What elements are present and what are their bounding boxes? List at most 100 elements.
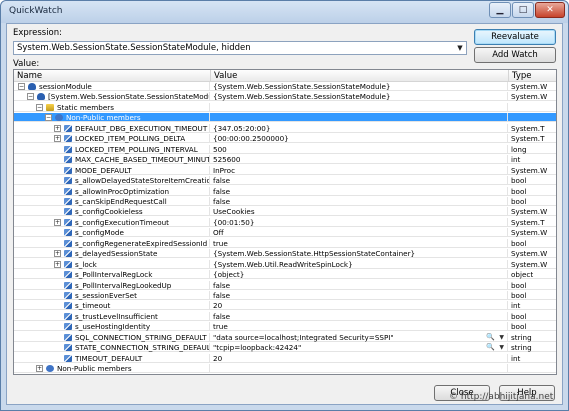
name-cell: STATE_CONNECTION_STRING_DEFAULT	[14, 343, 210, 353]
table-row[interactable]: MODE_DEFAULT InProc System.W	[14, 165, 556, 175]
title-bar[interactable]: QuickWatch ▁ □ ✕	[1, 1, 568, 23]
row-name: s_trustLevelInsufficient	[75, 311, 158, 321]
type-cell: string	[511, 332, 532, 342]
name-cell: + LOCKED_ITEM_POLLING_DELTA	[14, 134, 210, 144]
table-row[interactable]: s_trustLevelInsufficient false bool	[14, 311, 556, 321]
add-watch-button[interactable]: Add Watch	[474, 47, 556, 63]
property-icon	[64, 302, 72, 310]
type-cell: System.W	[511, 207, 548, 217]
value-cell: true	[211, 238, 508, 248]
expand-icon[interactable]: +	[54, 124, 61, 132]
maximize-button[interactable]: □	[512, 2, 534, 18]
table-row[interactable]: TIMEOUT_DEFAULT 20 int	[14, 353, 556, 363]
table-row[interactable]: − Static members	[14, 102, 556, 112]
watermark-text: © http://abhijitjana.net	[449, 392, 554, 402]
visualizer-magnifier-icon[interactable]: 🔍	[486, 343, 495, 352]
table-row[interactable]: SQL_CONNECTION_STRING_DEFAULT "data sourc…	[14, 332, 556, 342]
name-cell: + DEFAULT_DBG_EXECUTION_TIMEOUT	[14, 123, 210, 133]
visualizer-dropdown-icon[interactable]: ▼	[499, 333, 504, 342]
value-cell: false	[211, 196, 508, 206]
table-row[interactable]: s_configMode Off System.W	[14, 228, 556, 238]
visualizer-magnifier-icon[interactable]: 🔍	[486, 333, 495, 342]
expand-icon[interactable]: +	[54, 218, 61, 226]
minimize-button[interactable]: ▁	[489, 2, 511, 18]
table-row[interactable]: s_timeout 20 int	[14, 301, 556, 311]
dropdown-arrow-icon[interactable]: ▼	[455, 43, 465, 53]
type-cell	[509, 103, 556, 112]
non-public-members-icon	[55, 114, 63, 122]
property-icon	[64, 135, 72, 143]
row-value: Off	[213, 228, 224, 238]
expression-input[interactable]: System.Web.SessionState.SessionStateModu…	[17, 43, 251, 53]
row-name: s_PollIntervalRegLookedUp	[75, 280, 172, 290]
table-row[interactable]: − sessionModule {System.Web.SessionState.S…	[14, 82, 556, 91]
name-cell: − [System.Web.SessionState.SessionStateMo…	[14, 92, 210, 102]
table-row[interactable]: s_configCookieless UseCookies System.W	[14, 207, 556, 217]
name-cell: − Static members	[14, 102, 210, 112]
expression-combobox[interactable]: System.Web.SessionState.SessionStateModu…	[13, 41, 467, 55]
value-cell: false	[211, 176, 508, 186]
property-icon	[64, 239, 72, 247]
table-row[interactable]: s_canSkipEndRequestCall false bool	[14, 196, 556, 206]
name-cell: s_useHostingIdentity	[14, 322, 210, 332]
table-row[interactable]: + LOCKED_ITEM_POLLING_DELTA {00:00:00.2500…	[14, 134, 556, 144]
collapse-icon[interactable]: −	[27, 93, 34, 101]
type-cell: System.T	[511, 217, 545, 227]
row-value: "data source=localhost;Integrated Securi…	[213, 332, 394, 342]
row-name: sessionModule	[39, 82, 92, 91]
collapse-icon[interactable]: −	[18, 83, 25, 90]
table-row[interactable]: s_PollIntervalRegLookedUp false bool	[14, 280, 556, 290]
non-public-members-icon	[46, 365, 54, 373]
type-cell: System.W	[511, 165, 548, 175]
reevaluate-button[interactable]: Reevaluate	[474, 29, 556, 45]
table-row[interactable]: s_configRegenerateExpiredSessionId true bo…	[14, 238, 556, 248]
table-row[interactable]: − [System.Web.SessionState.SessionStateMo…	[14, 92, 556, 102]
value-cell: Off	[211, 228, 508, 238]
property-icon	[64, 177, 72, 185]
collapse-icon[interactable]: −	[45, 114, 52, 122]
table-row[interactable]: + Non-Public members	[14, 364, 556, 374]
table-row[interactable]: s_allowDelayedStateStoreItemCreation fals…	[14, 176, 556, 186]
visualizer-dropdown-icon[interactable]: ▼	[499, 343, 504, 352]
name-cell: SQL_CONNECTION_STRING_DEFAULT	[14, 332, 210, 342]
name-cell: s_allowDelayedStateStoreItemCreation	[14, 176, 210, 186]
watch-grid[interactable]: Name Value Type − sessionModule {System.We…	[13, 69, 557, 375]
row-name: s_configExecutionTimeout	[75, 217, 169, 227]
table-row[interactable]: + s_delayedSessionState {System.Web.Sessio…	[14, 249, 556, 259]
table-row[interactable]: STATE_CONNECTION_STRING_DEFAULT "tcpip=lo…	[14, 343, 556, 353]
close-window-button[interactable]: ✕	[535, 2, 565, 18]
table-row[interactable]: LOCKED_ITEM_POLLING_INTERVAL 500 long	[14, 144, 556, 154]
row-name: s_timeout	[75, 301, 111, 311]
collapse-icon[interactable]: −	[36, 103, 43, 111]
table-row[interactable]: s_useHostingIdentity true bool	[14, 322, 556, 332]
column-header-name[interactable]: Name	[14, 70, 211, 82]
expand-icon[interactable]: +	[54, 135, 61, 143]
table-row[interactable]: + s_configExecutionTimeout {00:01:50} Syste…	[14, 217, 556, 227]
table-row[interactable]: + s_lock {System.Web.Util.ReadWriteSpinLoc…	[14, 259, 556, 269]
expand-icon[interactable]: +	[36, 365, 43, 373]
table-row[interactable]: s_allowInProcOptimization false bool	[14, 186, 556, 196]
type-cell	[509, 113, 556, 122]
row-name: MAX_CACHE_BASED_TIMEOUT_MINUTE	[75, 155, 210, 165]
column-header-type[interactable]: Type	[509, 70, 556, 82]
property-icon	[64, 124, 72, 132]
table-row[interactable]: MAX_CACHE_BASED_TIMEOUT_MINUTE 525600 int	[14, 155, 556, 165]
property-icon	[64, 323, 72, 331]
column-header-value[interactable]: Value	[211, 70, 509, 82]
table-row[interactable]: s_sessionEverSet false bool	[14, 291, 556, 300]
name-cell: s_canSkipEndRequestCall	[14, 196, 210, 206]
table-row[interactable]: − Non-Public members	[14, 113, 556, 123]
table-row[interactable]: s_PollIntervalRegLock {object} object	[14, 270, 556, 280]
row-value: false	[213, 280, 231, 290]
table-row[interactable]: + DEFAULT_DBG_EXECUTION_TIMEOUT {347.05:20…	[14, 123, 556, 133]
expand-icon[interactable]: +	[54, 250, 61, 258]
property-icon	[64, 333, 72, 341]
name-cell: MODE_DEFAULT	[14, 165, 210, 175]
expand-icon[interactable]: +	[54, 260, 61, 268]
property-icon	[64, 197, 72, 205]
property-icon	[64, 344, 72, 352]
name-cell: s_configCookieless	[14, 207, 210, 217]
property-icon	[64, 292, 72, 299]
value-cell	[211, 102, 508, 112]
name-cell: − Non-Public members	[14, 113, 210, 123]
